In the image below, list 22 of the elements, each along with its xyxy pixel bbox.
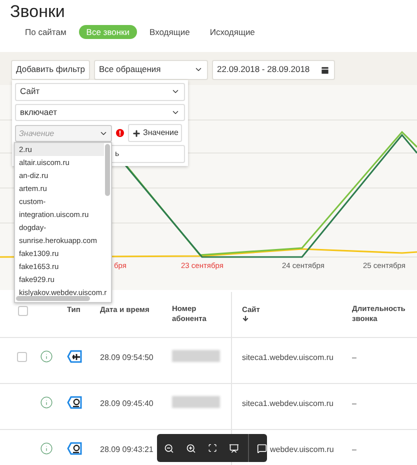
add-filter-button[interactable]: Добавить фильтр	[11, 60, 90, 80]
call-time: 28.09 09:45:40	[100, 398, 154, 410]
duration-cell-text: –	[351, 398, 356, 410]
date-range-field[interactable]: 22.09.2018 - 28.09.2018	[212, 60, 336, 80]
duration-cell-text: –	[351, 444, 356, 456]
tab[interactable]: По сайтам	[18, 25, 74, 39]
table-row[interactable]: 28.09 09:54:50 siteca1.webdev.uiscom.ru –	[0, 338, 417, 384]
call-time: 28.09 09:54:50	[100, 352, 154, 364]
tab[interactable]: Исходящие	[202, 25, 262, 39]
appeal-select[interactable]: Все обращения	[94, 60, 208, 80]
duration-cell-text: –	[351, 352, 356, 364]
site-cell-text: siteca1.webdev.uiscom.ru	[242, 398, 334, 410]
page-title: Звонки	[10, 1, 66, 23]
site-cell-text: siteca1.webdev.uiscom.ru	[242, 352, 334, 364]
call-time: 28.09 09:43:21	[100, 444, 154, 456]
field-select[interactable]: Сайт	[15, 83, 185, 101]
add-value-button[interactable]: Значение	[128, 124, 182, 142]
tab[interactable]: Входящие	[142, 25, 197, 39]
value-field[interactable]: Значение	[15, 124, 112, 142]
operator-select[interactable]: включает	[15, 104, 185, 122]
site-cell-text: webdev.uiscom.ru	[270, 444, 334, 456]
table-row[interactable]: 28.09 09:45:40 siteca1.webdev.uiscom.ru –	[0, 384, 417, 430]
